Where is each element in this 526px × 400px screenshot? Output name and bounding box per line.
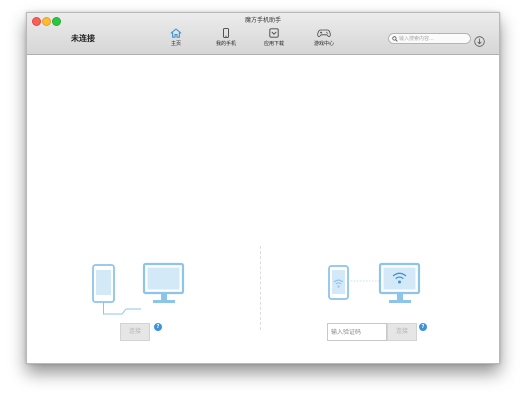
phone-icon <box>92 264 115 303</box>
tab-game-center[interactable]: 游戏中心 <box>307 28 341 52</box>
tab-home[interactable]: 主页 <box>159 28 193 52</box>
usb-help-icon[interactable]: ? <box>154 323 162 331</box>
tab-label: 主页 <box>170 41 181 47</box>
app-download-icon <box>269 28 279 38</box>
wifi-connection-illustration <box>328 262 421 303</box>
connection-status: 未连接 <box>71 34 95 43</box>
wifi-connect-button[interactable]: 连接 <box>387 323 417 341</box>
wifi-help-icon[interactable]: ? <box>419 323 427 331</box>
page: 魔方手机助手 未连接 主页 我的手机 应用下载 游戏中心 输入搜索内容... 连… <box>0 0 526 400</box>
monitor-icon <box>142 262 185 303</box>
tab-label: 我的手机 <box>215 41 236 47</box>
download-manager-button[interactable] <box>474 32 485 47</box>
usb-connect-button[interactable]: 连接 <box>120 323 150 341</box>
gamepad-icon <box>317 29 331 37</box>
search-box <box>388 33 471 44</box>
tab-my-phone[interactable]: 我的手机 <box>209 28 243 52</box>
tab-app-download[interactable]: 应用下载 <box>257 28 291 52</box>
panel-divider <box>260 246 261 330</box>
window-title: 魔方手机助手 <box>244 17 281 24</box>
tab-label: 应用下载 <box>263 41 284 47</box>
search-input[interactable] <box>399 34 469 43</box>
phone-icon <box>223 28 229 38</box>
search-icon <box>392 36 398 42</box>
monitor-icon <box>378 262 421 303</box>
title-bar: 魔方手机助手 未连接 主页 我的手机 应用下载 游戏中心 输入搜索内容... <box>27 13 499 55</box>
app-window: 魔方手机助手 未连接 主页 我的手机 应用下载 游戏中心 输入搜索内容... 连… <box>26 12 500 364</box>
phone-icon <box>328 265 349 300</box>
usb-connection-illustration <box>92 262 185 315</box>
download-icon <box>474 36 485 47</box>
tab-label: 游戏中心 <box>313 41 334 47</box>
main-content: 连接 ? 输入验证码 连接 ? <box>27 55 499 363</box>
home-icon <box>170 28 182 38</box>
verification-code-input[interactable] <box>327 323 387 341</box>
